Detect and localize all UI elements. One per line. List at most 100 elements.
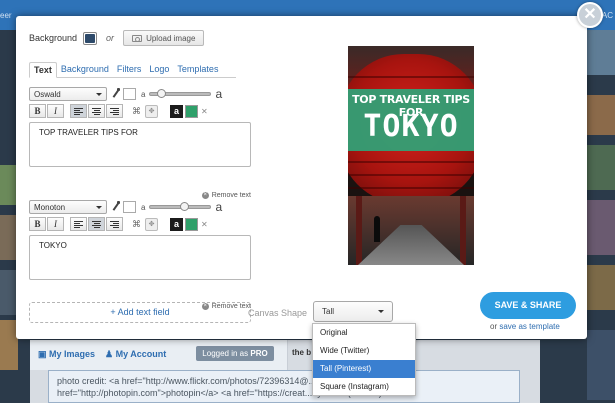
move-icon[interactable]: ✥ xyxy=(145,104,158,118)
font-select-value: Monoton xyxy=(34,202,66,212)
bold-button[interactable]: B xyxy=(29,217,46,231)
bold-button[interactable]: B xyxy=(29,104,46,118)
background-label: Background xyxy=(29,33,78,43)
background-row: Background or Upload image xyxy=(29,30,205,46)
lantern-rib xyxy=(348,187,474,189)
align-right-icon xyxy=(110,107,119,115)
align-left-icon xyxy=(74,107,83,115)
logged-in-prefix: Logged in as xyxy=(202,349,249,358)
font-select[interactable]: Monoton xyxy=(29,200,107,214)
remove-text-label: Remove text xyxy=(211,192,251,199)
background-thumbnail xyxy=(587,145,615,190)
background-color-swatch[interactable] xyxy=(83,31,98,45)
option-wide-twitter[interactable]: Wide (Twitter) xyxy=(313,342,415,360)
chevron-down-icon xyxy=(96,92,102,96)
text-background-color-swatch[interactable] xyxy=(185,217,198,231)
preview-column xyxy=(460,196,466,265)
or-label: or xyxy=(106,33,115,43)
size-big-label: a xyxy=(215,87,223,101)
close-icon[interactable]: ✕ xyxy=(577,2,603,28)
align-right-button[interactable] xyxy=(106,217,123,231)
pro-label: PRO xyxy=(250,349,268,358)
text-editor-1: Oswald a a B I ⌘ ✥ a ✕ TOP TRAVELER TIPS… xyxy=(29,87,251,199)
chevron-down-icon xyxy=(378,310,384,313)
save-template-prefix: or xyxy=(490,322,498,331)
save-share-button[interactable]: SAVE & SHARE xyxy=(480,292,576,319)
clear-background-icon[interactable]: ✕ xyxy=(201,107,208,116)
align-right-button[interactable] xyxy=(106,104,123,118)
canvas-shape-select[interactable]: Tall xyxy=(313,301,393,322)
align-left-icon xyxy=(74,220,83,228)
eyedropper-icon[interactable] xyxy=(111,88,121,100)
align-center-icon xyxy=(92,220,101,228)
canvas-shape-value: Tall xyxy=(322,307,335,316)
my-account-label: My Account xyxy=(115,349,167,359)
italic-button[interactable]: I xyxy=(47,217,64,231)
align-center-button[interactable] xyxy=(88,104,105,118)
background-thumbnail xyxy=(587,95,615,135)
add-text-field-button[interactable]: + Add text field xyxy=(29,302,251,323)
option-original[interactable]: Original xyxy=(313,324,415,342)
slider-knob[interactable] xyxy=(180,202,190,211)
align-center-icon xyxy=(92,107,101,115)
image-editor-modal: Background or Upload image Text Backgrou… xyxy=(16,16,587,339)
photo-credit-box[interactable]: photo credit: <a href="http://www.flickr… xyxy=(48,370,520,403)
eyedropper-icon[interactable] xyxy=(111,201,121,213)
tab-templates[interactable]: Templates xyxy=(173,62,222,78)
preview-column xyxy=(356,196,362,265)
text-editor-2: Monoton a a B I ⌘ ✥ a ✕ TOKYO × Remove t… xyxy=(29,200,251,310)
editor-tabs: Text Background Filters Logo Templates xyxy=(29,62,236,78)
preview-person xyxy=(374,216,380,242)
move-icon[interactable]: ✥ xyxy=(145,217,158,231)
font-size-slider[interactable] xyxy=(149,202,212,211)
font-size-slider[interactable] xyxy=(149,89,212,98)
size-small-label: a xyxy=(141,89,146,99)
option-square-instagram[interactable]: Square (Instagram) xyxy=(313,378,415,396)
camera-icon xyxy=(132,34,143,42)
upload-image-button[interactable]: Upload image xyxy=(123,30,205,46)
align-right-icon xyxy=(110,220,119,228)
tab-filters[interactable]: Filters xyxy=(113,62,146,78)
text-input[interactable]: TOP TRAVELER TIPS FOR xyxy=(29,122,251,167)
save-template-row: or save as template xyxy=(490,322,560,331)
canvas-shape-label: Canvas Shape xyxy=(248,308,308,318)
text-input[interactable]: TOKYO xyxy=(29,235,251,280)
tab-logo[interactable]: Logo xyxy=(145,62,173,78)
my-images-link[interactable]: ▣ My Images xyxy=(38,349,95,360)
upload-image-label: Upload image xyxy=(146,33,196,43)
my-account-link[interactable]: ♟ My Account xyxy=(105,349,166,360)
text-color-swatch[interactable] xyxy=(123,88,136,100)
background-header-left-text: eer xyxy=(0,11,12,20)
tab-background[interactable]: Background xyxy=(57,62,113,78)
lantern-rib xyxy=(348,76,474,78)
poster-preview: TOP TRAVELER TIPS FOR TOKYO xyxy=(348,46,474,265)
layers-icon[interactable]: ⌘ xyxy=(130,105,143,118)
canvas-shape-dropdown: Original Wide (Twitter) Tall (Pinterest)… xyxy=(312,323,416,396)
lantern-rib xyxy=(348,161,474,163)
my-images-label: My Images xyxy=(49,349,96,359)
logged-in-badge: Logged in as PRO xyxy=(196,346,274,361)
clear-background-icon[interactable]: ✕ xyxy=(201,220,208,229)
font-select[interactable]: Oswald xyxy=(29,87,107,101)
size-big-label: a xyxy=(215,200,223,214)
align-left-button[interactable] xyxy=(70,217,87,231)
text-background-toggle[interactable]: a xyxy=(170,104,183,118)
tab-text[interactable]: Text xyxy=(29,62,57,78)
align-center-button[interactable] xyxy=(88,217,105,231)
layers-icon[interactable]: ⌘ xyxy=(130,218,143,231)
text-background-toggle[interactable]: a xyxy=(170,217,183,231)
background-thumbnail xyxy=(587,265,615,310)
background-thumbnail xyxy=(587,30,615,75)
chevron-down-icon xyxy=(96,205,102,209)
align-left-button[interactable] xyxy=(70,104,87,118)
slider-knob[interactable] xyxy=(157,89,167,98)
italic-button[interactable]: I xyxy=(47,104,64,118)
remove-text-button[interactable]: × Remove text xyxy=(201,192,251,199)
background-note: the b xyxy=(292,348,312,357)
option-tall-pinterest[interactable]: Tall (Pinterest) xyxy=(313,360,415,378)
save-as-template-link[interactable]: save as template xyxy=(499,322,559,331)
poster-line-2: TOKYO xyxy=(363,109,459,144)
text-color-swatch[interactable] xyxy=(123,201,136,213)
text-background-color-swatch[interactable] xyxy=(185,104,198,118)
background-color-fill xyxy=(85,33,96,43)
